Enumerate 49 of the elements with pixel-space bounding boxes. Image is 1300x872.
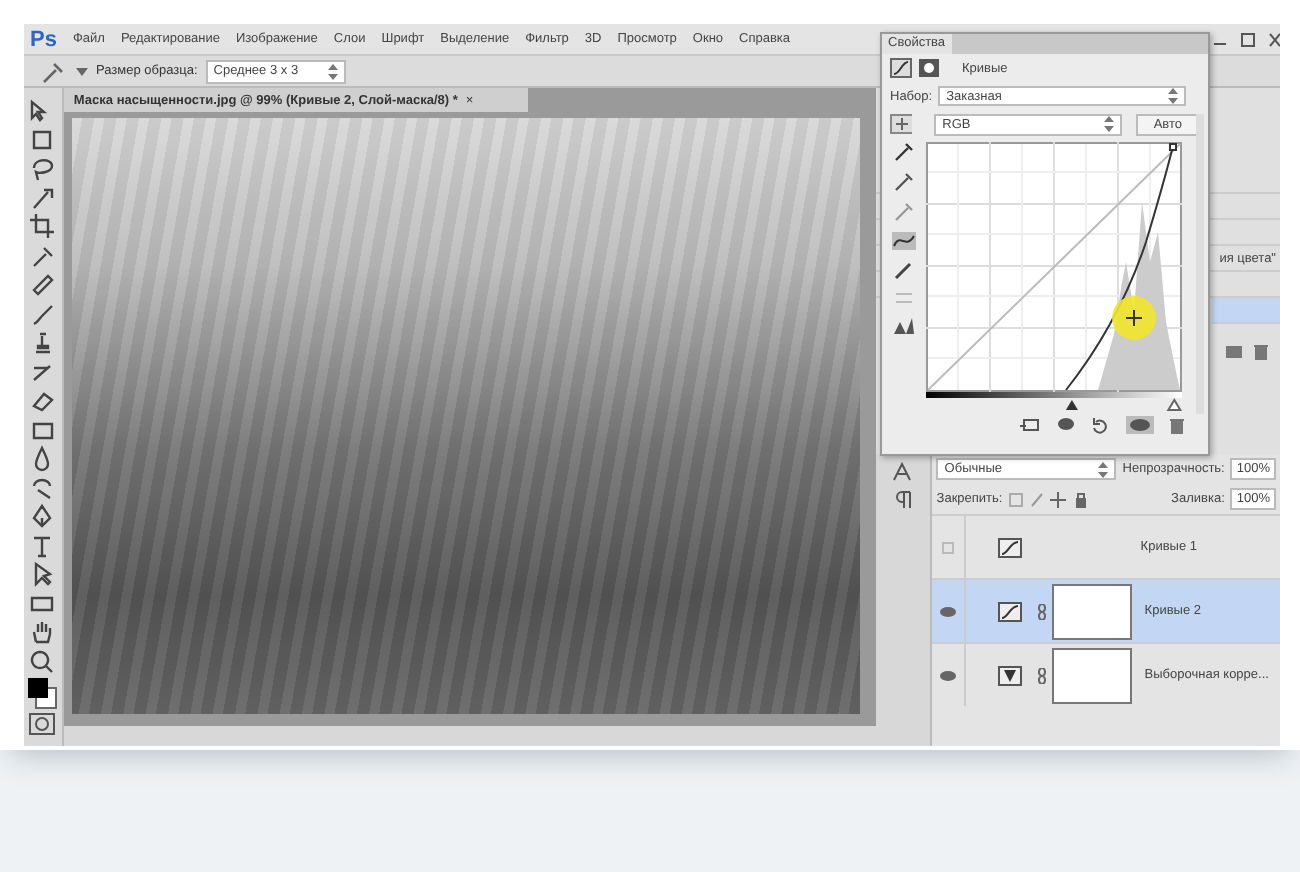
brush-icon[interactable] bbox=[28, 299, 57, 327]
mask-thumbnail[interactable] bbox=[1052, 583, 1133, 639]
quick-mask-icon[interactable] bbox=[28, 711, 57, 735]
cursor-highlight bbox=[1112, 296, 1156, 340]
visibility-toggle[interactable] bbox=[942, 541, 955, 553]
selective-color-icon bbox=[998, 665, 1023, 685]
chain-icon[interactable] bbox=[1038, 667, 1047, 683]
chain-icon[interactable] bbox=[1038, 603, 1047, 619]
crop-icon[interactable] bbox=[28, 212, 57, 240]
clipping-warning-icon[interactable] bbox=[892, 316, 916, 336]
curves-icon bbox=[998, 601, 1023, 621]
clip-layer-icon[interactable] bbox=[1020, 418, 1040, 432]
curve-tool-icon[interactable] bbox=[892, 232, 916, 250]
caret-icon[interactable] bbox=[76, 65, 88, 77]
camera-icon[interactable] bbox=[1226, 344, 1242, 358]
lasso-icon[interactable] bbox=[28, 154, 57, 182]
mask-icon[interactable] bbox=[918, 58, 940, 78]
eyedropper-icon[interactable] bbox=[894, 142, 914, 162]
eyedropper-icon[interactable] bbox=[894, 172, 914, 192]
pen-icon[interactable] bbox=[28, 502, 57, 530]
eye-icon[interactable] bbox=[940, 605, 957, 617]
curves-icon[interactable] bbox=[890, 58, 912, 78]
reset-icon[interactable] bbox=[1092, 417, 1110, 433]
control-point[interactable] bbox=[1169, 143, 1177, 151]
app-logo: Ps bbox=[30, 27, 57, 51]
spinner-icon bbox=[1098, 461, 1109, 477]
close-icon[interactable] bbox=[1268, 31, 1280, 47]
spinner-icon bbox=[327, 63, 338, 79]
color-swatches-icon[interactable] bbox=[26, 676, 59, 710]
curves-icon bbox=[998, 537, 1023, 557]
target-adjust-icon[interactable] bbox=[890, 114, 913, 134]
pencil-icon[interactable] bbox=[894, 260, 914, 280]
mask-thumbnail[interactable] bbox=[1052, 647, 1133, 703]
character-icon[interactable] bbox=[891, 462, 916, 482]
eyedropper-icon[interactable] bbox=[28, 241, 57, 269]
maximize-icon[interactable] bbox=[1240, 31, 1256, 47]
zoom-icon[interactable] bbox=[28, 647, 57, 675]
preview-icon[interactable] bbox=[1056, 418, 1076, 432]
trash-icon[interactable] bbox=[1170, 417, 1184, 433]
spinner-icon bbox=[1168, 88, 1179, 104]
curve-line[interactable] bbox=[1065, 149, 1173, 391]
spinner-icon bbox=[1103, 116, 1114, 132]
trash-icon[interactable] bbox=[1254, 344, 1268, 360]
eye-icon[interactable] bbox=[940, 669, 957, 681]
hand-icon[interactable] bbox=[28, 618, 57, 646]
visibility-icon[interactable] bbox=[1126, 416, 1154, 434]
marquee-icon[interactable] bbox=[28, 125, 57, 153]
paragraph-icon[interactable] bbox=[891, 490, 916, 510]
lock-options-icon[interactable] bbox=[1008, 491, 1089, 507]
